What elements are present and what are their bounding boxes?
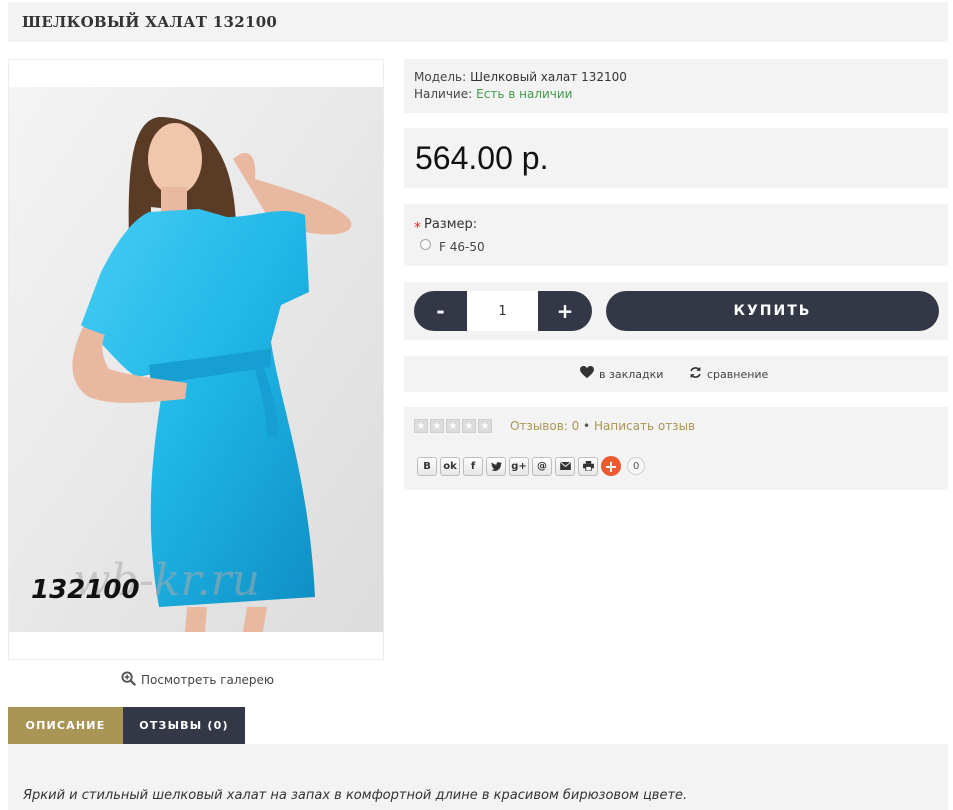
size-option-panel: * Размер: F 46-50 [404, 204, 948, 266]
quantity-increase-button[interactable]: + [538, 291, 592, 331]
heart-icon [580, 366, 594, 382]
availability-row: Наличие: Есть в наличии [414, 87, 572, 101]
star-icon: ★ [414, 419, 428, 433]
price-panel: 564.00 р. [404, 128, 948, 188]
image-product-code: 132100 [31, 575, 140, 605]
write-review-link[interactable]: Написать отзыв [594, 419, 695, 433]
facebook-icon[interactable]: f [463, 456, 483, 476]
view-gallery-link[interactable]: Посмотреть галерею [121, 671, 274, 689]
availability-value: Есть в наличии [476, 87, 573, 101]
star-icon: ★ [462, 419, 476, 433]
size-radio[interactable] [420, 239, 431, 250]
google-plus-icon[interactable]: g+ [509, 456, 529, 476]
refresh-icon [689, 366, 702, 382]
odnoklassniki-icon[interactable]: ok [440, 456, 460, 476]
email-icon[interactable] [555, 456, 575, 476]
availability-label: Наличие: [414, 87, 473, 101]
view-gallery-label: Посмотреть галерею [141, 673, 275, 687]
model-value: Шелковый халат 132100 [470, 70, 627, 84]
vk-icon[interactable]: B [417, 456, 437, 476]
star-icon: ★ [430, 419, 444, 433]
size-option-value[interactable]: F 46-50 [439, 240, 485, 254]
product-info-panel: Модель: Шелковый халат 132100 Наличие: Ест… [404, 59, 948, 113]
reviews-share-panel: ★ ★ ★ ★ ★ Отзывов: 0 • Написать отзыв B … [404, 407, 948, 490]
tab-reviews[interactable]: ОТЗЫВЫ (0) [123, 707, 245, 744]
reviews-count-link[interactable]: Отзывов: 0 [510, 419, 579, 433]
quantity-decrease-button[interactable]: - [414, 291, 467, 331]
wishlist-compare-panel: в закладки сравнение [404, 356, 948, 392]
share-buttons: B ok f g+ @ + 0 [417, 456, 646, 476]
description-text: Яркий и стильный шелковый халат на запах… [23, 788, 688, 803]
buy-button[interactable]: КУПИТЬ [606, 291, 939, 331]
zoom-in-icon [121, 671, 136, 689]
quantity-input[interactable] [467, 291, 538, 331]
page-title: ШЕЛКОВЫЙ ХАЛАТ 132100 [22, 13, 278, 31]
compare-label: сравнение [707, 367, 769, 381]
product-photo-illustration [9, 87, 383, 632]
compare-link[interactable]: сравнение [689, 366, 768, 382]
wishlist-label: в закладки [599, 367, 664, 381]
required-mark: * [414, 220, 421, 236]
twitter-icon[interactable] [486, 456, 506, 476]
model-label: Модель: [414, 70, 467, 84]
size-option-label: Размер: [424, 217, 478, 232]
description-panel: Яркий и стильный шелковый халат на запах… [8, 744, 948, 810]
tab-description[interactable]: ОПИСАНИЕ [8, 707, 123, 744]
title-bar: ШЕЛКОВЫЙ ХАЛАТ 132100 [8, 2, 948, 42]
model-row: Модель: Шелковый халат 132100 [414, 70, 627, 84]
add-icon[interactable]: + [601, 456, 621, 476]
star-icon: ★ [446, 419, 460, 433]
cart-panel: - + КУПИТЬ [404, 282, 948, 340]
print-icon[interactable] [578, 456, 598, 476]
product-price: 564.00 р. [415, 140, 549, 176]
share-count: 0 [627, 457, 646, 475]
star-icon: ★ [478, 419, 492, 433]
mail-icon[interactable]: @ [532, 456, 552, 476]
separator-dot: • [583, 419, 591, 433]
product-image[interactable]: wb-kr.ru 132100 [9, 87, 383, 632]
wishlist-link[interactable]: в закладки [580, 366, 663, 382]
rating-stars: ★ ★ ★ ★ ★ [414, 419, 492, 433]
